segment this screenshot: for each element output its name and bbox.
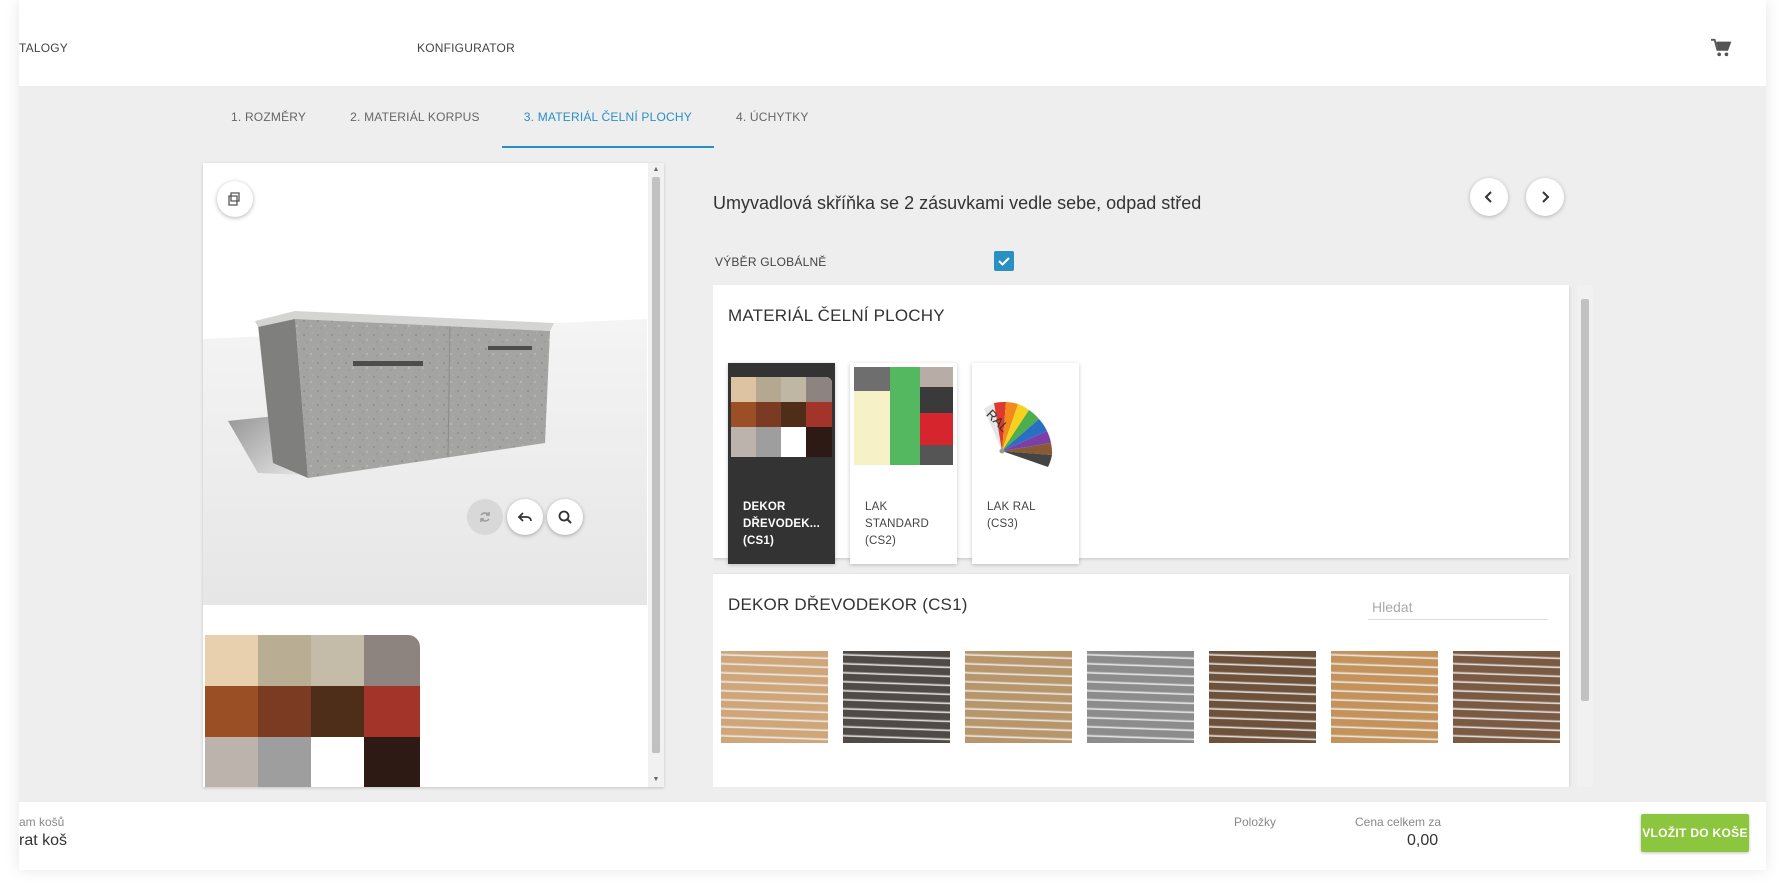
decor-search-input[interactable] [1368, 594, 1548, 620]
decor-heading: DEKOR DŘEVODEKOR (CS1) [728, 595, 968, 614]
swatch-preview-image [205, 635, 420, 787]
tab-body-material[interactable]: 2. MATERIÁL KORPUS [328, 86, 502, 148]
decor-tile[interactable] [1331, 651, 1438, 743]
options-scrollbar-thumb[interactable] [1581, 299, 1589, 701]
zoom-button[interactable] [547, 499, 583, 535]
add-to-cart-button[interactable]: VLOŽIT DO KOŠE [1641, 814, 1749, 852]
decor-thumbnail [728, 363, 835, 469]
total-label: Cena celkem za [1355, 815, 1442, 829]
nav-link-configurator[interactable]: KONFIGURATOR [417, 41, 515, 55]
global-selection-label: VÝBĚR GLOBÁLNĚ [715, 255, 827, 269]
total-value: 0,00 [1407, 832, 1439, 849]
main-area: 1. ROZMĚRY 2. MATERIÁL KORPUS 3. MATERIÁ… [19, 86, 1766, 802]
global-selection-checkbox[interactable] [994, 251, 1014, 271]
options-scroll-area: MATERIÁL ČELNÍ PLOCHY DEKOR DŘEVODEK... … [713, 285, 1593, 787]
tab-dimensions[interactable]: 1. ROZMĚRY [209, 86, 328, 148]
options-scrollbar[interactable] [1577, 285, 1593, 787]
viewer-panel: ▲ ▼ [203, 163, 664, 787]
cube-icon [228, 192, 240, 206]
search-icon [558, 510, 572, 524]
decor-tile[interactable] [1209, 651, 1316, 743]
material-option-decor[interactable]: DEKOR DŘEVODEK... (CS1) [728, 363, 835, 564]
items-label: Položky [1234, 815, 1277, 829]
material-option-lacquer-standard[interactable]: LAK STANDARD (CS2) [850, 363, 957, 564]
front-material-card: MATERIÁL ČELNÍ PLOCHY DEKOR DŘEVODEK... … [713, 285, 1569, 564]
viewer-scrollbar[interactable]: ▲ ▼ [648, 163, 664, 787]
decor-tile[interactable] [965, 651, 1072, 743]
cart-icon[interactable] [1710, 38, 1732, 58]
chevron-left-icon [1484, 191, 1492, 203]
ral-fan-thumbnail: RAL [972, 363, 1079, 469]
decor-tile[interactable] [1453, 651, 1560, 743]
tab-handles[interactable]: 4. ÚCHYTKY [714, 86, 831, 148]
app-window: TALOGY KONFIGURATOR 1. ROZMĚRY 2. MATERI… [19, 0, 1766, 870]
product-title: Umyvadlová skříňka se 2 zásuvkami vedle … [713, 193, 1202, 213]
step-tabs: 1. ROZMĚRY 2. MATERIÁL KORPUS 3. MATERIÁ… [209, 86, 831, 148]
decor-tile[interactable] [1087, 651, 1194, 743]
decor-tile[interactable] [721, 651, 828, 743]
next-item-button[interactable] [1526, 178, 1564, 216]
decor-card: DEKOR DŘEVODEKOR (CS1) [713, 574, 1569, 787]
front-material-heading: MATERIÁL ČELNÍ PLOCHY [728, 306, 945, 325]
check-icon [998, 257, 1010, 266]
global-selection-row: VÝBĚR GLOBÁLNĚ [715, 250, 1015, 274]
cabinet-render [203, 311, 647, 605]
scroll-up-arrow[interactable]: ▲ [652, 166, 660, 174]
viewer-scrollbar-thumb[interactable] [652, 177, 660, 753]
previous-item-button[interactable] [1470, 178, 1508, 216]
tab-front-material[interactable]: 3. MATERIÁL ČELNÍ PLOCHY [501, 86, 715, 148]
footer-bar: am košů rat koš Položky Cena celkem za 0… [19, 802, 1766, 870]
nav-link-catalogs[interactable]: TALOGY [19, 41, 68, 55]
cart-name-label: am košů [19, 815, 65, 829]
scroll-down-arrow[interactable]: ▼ [652, 776, 660, 784]
undo-view-button[interactable] [507, 499, 543, 535]
top-bar: TALOGY KONFIGURATOR [19, 0, 1766, 86]
material-option-lacquer-ral[interactable]: RAL LAK RAL (CS3) [972, 363, 1079, 564]
material-swatch-preview [203, 605, 423, 787]
cabinet-3d-view[interactable] [203, 163, 647, 605]
view-mode-button[interactable] [217, 181, 253, 217]
undo-icon [517, 512, 532, 522]
config-panel: Umyvadlová skříňka se 2 zásuvkami vedle … [693, 163, 1593, 787]
chevron-right-icon [1542, 191, 1550, 203]
rotate-button[interactable] [467, 499, 503, 535]
rotate-icon [480, 512, 490, 522]
lacquer-thumbnail [850, 363, 957, 469]
decor-tile[interactable] [843, 651, 950, 743]
cart-name-value[interactable]: rat koš [19, 832, 67, 850]
